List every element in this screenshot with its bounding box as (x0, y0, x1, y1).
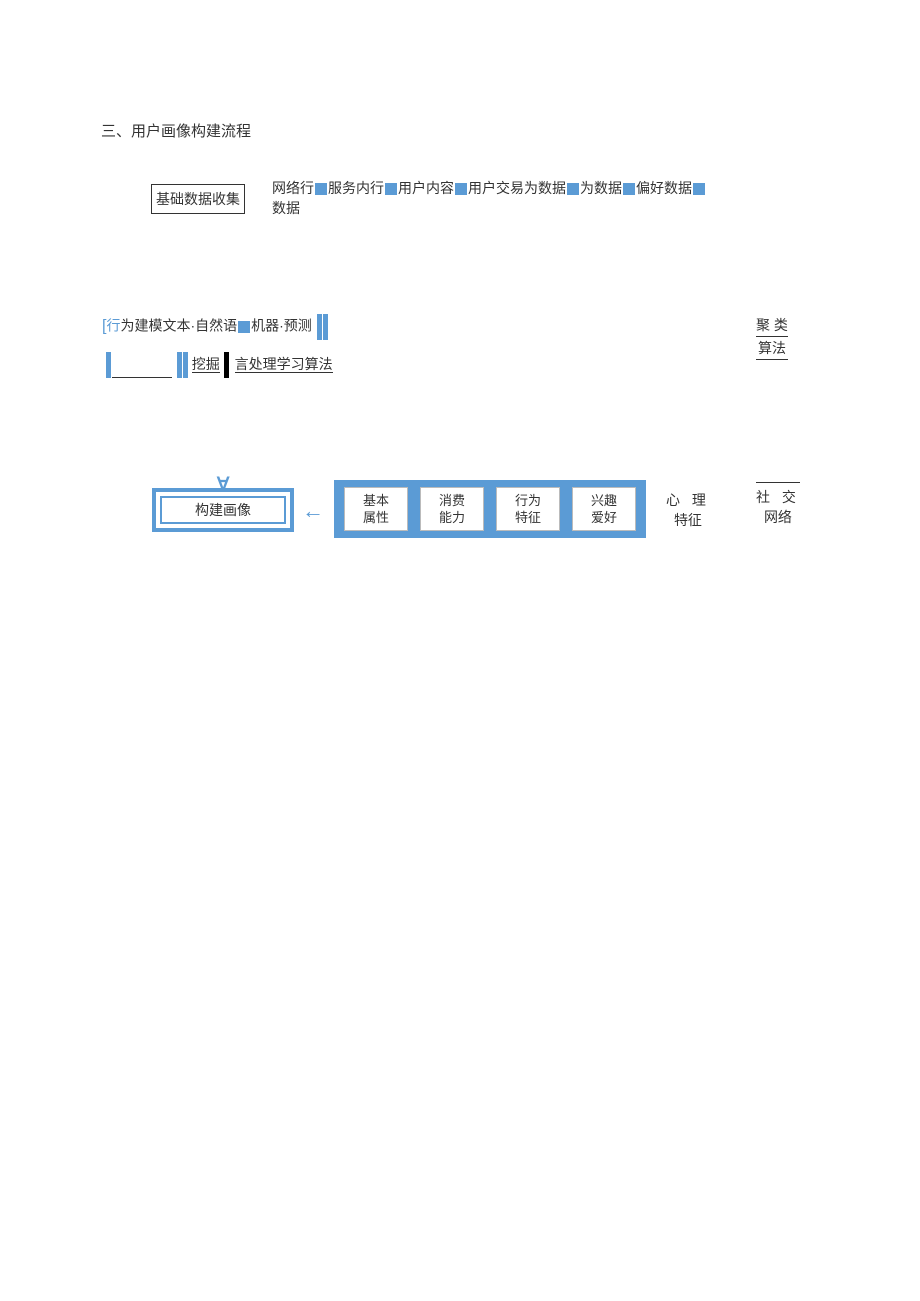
cluster1: 聚 类 (756, 317, 788, 333)
cluster-label: 聚 类 算法 (756, 314, 788, 360)
psych1: 心 理 (666, 492, 710, 508)
build-label: 构建画像 (195, 500, 251, 520)
attributes-group: 基本属性 消费能力 行为特征 兴趣爱好 (334, 480, 646, 538)
tag-behavior: 行为特征 (496, 487, 560, 531)
r1-e: 为数据 (580, 180, 622, 196)
vertical-bar-black-icon (224, 352, 229, 378)
social-label: 社 交 网络 (756, 482, 800, 527)
r2-l2b: 言处理学习算法 (235, 356, 333, 373)
square-icon (385, 183, 397, 195)
square-icon (315, 183, 327, 195)
box-basic-data-collection: 基础数据收集 (151, 184, 245, 214)
arrow-left-icon: ← (302, 498, 324, 524)
square-icon (623, 183, 635, 195)
row1-text: 网络行服务内行用户内容用户交易为数据为数据偏好数据 数据 (272, 178, 706, 218)
r2-d: 预测 (284, 318, 312, 334)
build-portrait-box: 构建画像 (152, 488, 294, 532)
r2-b: 自然语 (195, 318, 237, 334)
square-icon (693, 183, 705, 195)
r1-f: 偏好数据 (636, 180, 692, 196)
r2-a: 为建模文本 (120, 318, 190, 334)
underline (112, 353, 172, 378)
square-icon (567, 183, 579, 195)
vertical-bar-icon (177, 352, 182, 378)
vertical-bar-icon (323, 314, 328, 340)
r1-c: 用户内容 (398, 180, 454, 196)
vertical-bar-icon (106, 352, 111, 378)
tag-interest: 兴趣爱好 (572, 487, 636, 531)
cluster2: 算法 (756, 336, 788, 360)
square-icon (238, 321, 250, 333)
social1: 社 交 (756, 482, 800, 507)
psych2: 特征 (674, 512, 702, 528)
vertical-bar-icon (183, 352, 188, 378)
r1-a: 网络行 (272, 180, 314, 196)
r1-line2: 数据 (272, 200, 300, 216)
social2: 网络 (764, 509, 792, 525)
tag-basic-attr: 基本属性 (344, 487, 408, 531)
section-title: 三、用户画像构建流程 (101, 120, 251, 141)
r2-c: 机器 (251, 318, 279, 334)
r1-b: 服务内行 (328, 180, 384, 196)
row2-line1: [行为建模文本·自然语机器·预测 (102, 314, 328, 340)
tag-consume: 消费能力 (420, 487, 484, 531)
r1-d: 用户交易为数据 (468, 180, 566, 196)
r2-l2a: 挖掘 (192, 356, 220, 373)
psych-label: 心 理 特征 (666, 490, 710, 530)
square-icon (455, 183, 467, 195)
row2-line2: 挖掘 言处理学习算法 (105, 352, 333, 378)
vertical-bar-icon (317, 314, 322, 340)
build-portrait-inner: 构建画像 (160, 496, 286, 524)
